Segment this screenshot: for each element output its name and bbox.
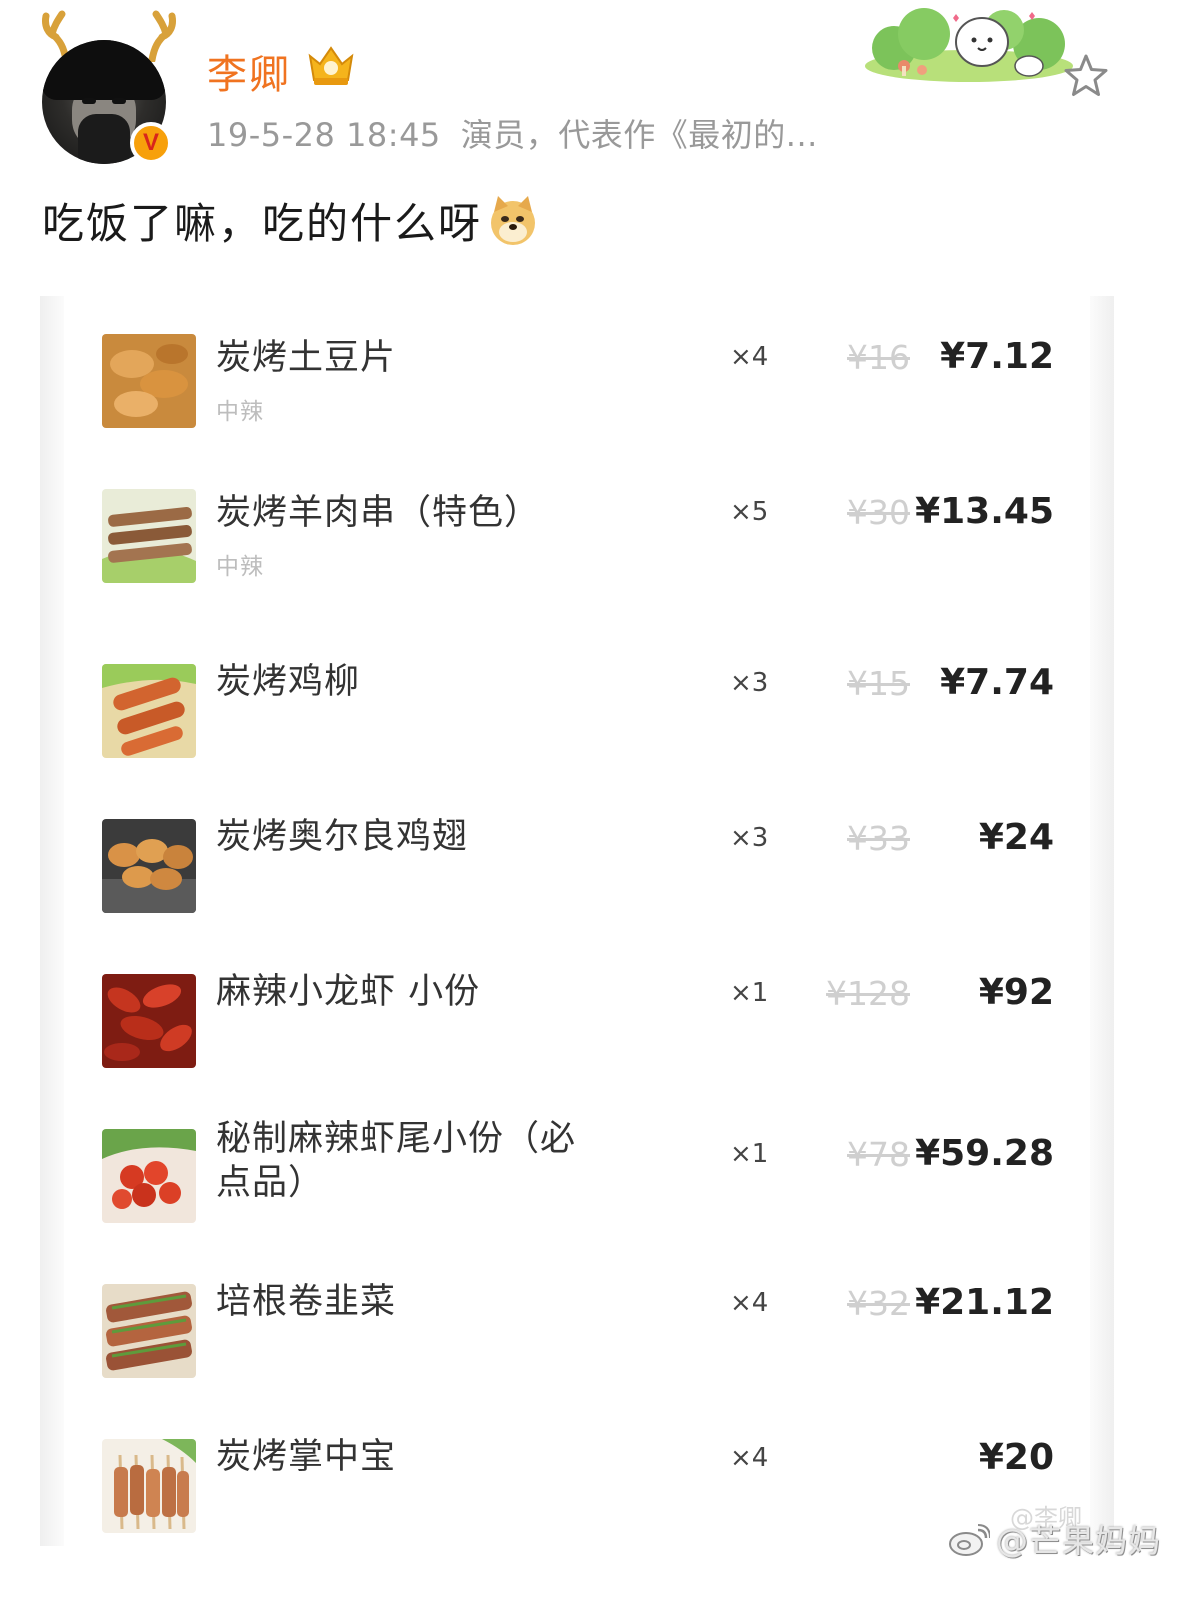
- item-name: 培根卷韭菜: [216, 1282, 397, 1322]
- item-quantity: ×5: [730, 497, 769, 527]
- order-item[interactable]: 炭烤掌中宝 ×4 ¥20: [64, 1401, 1090, 1556]
- username[interactable]: 李卿: [207, 42, 291, 100]
- order-item[interactable]: 炭烤鸡柳 ×3 ¥15 ¥7.74: [64, 626, 1090, 781]
- item-quantity: ×4: [730, 342, 769, 372]
- item-price: ¥13.45: [915, 491, 1054, 532]
- order-item[interactable]: 炭烤土豆片 中辣 ×4 ¥16 ¥7.12: [64, 296, 1090, 451]
- item-thumbnail: [102, 974, 196, 1068]
- item-quantity: ×4: [730, 1288, 769, 1318]
- weibo-watermark: @芒果妈妈: [948, 1516, 1161, 1562]
- star-icon[interactable]: [1062, 52, 1110, 100]
- item-price: ¥24: [978, 817, 1054, 858]
- post-meta: 19-5-28 18:45 演员，代表作《最初的...: [207, 110, 818, 156]
- item-thumbnail: [102, 1129, 196, 1223]
- item-original-price: ¥15: [847, 664, 910, 703]
- item-price: ¥59.28: [915, 1133, 1054, 1174]
- item-original-price: ¥30: [847, 493, 910, 532]
- item-price: ¥7.12: [940, 336, 1054, 377]
- item-name: 炭烤羊肉串（特色）: [216, 493, 541, 533]
- card-edge: [1090, 296, 1114, 1546]
- item-thumbnail: [102, 1439, 196, 1533]
- item-price: ¥21.12: [915, 1282, 1054, 1323]
- item-price: ¥92: [978, 972, 1054, 1013]
- order-item[interactable]: 秘制麻辣虾尾小份（必点品） ×1 ¥78 ¥59.28: [64, 1091, 1090, 1246]
- item-original-price: ¥16: [847, 338, 910, 377]
- item-spice-level: 中辣: [216, 554, 264, 580]
- doge-emoji-icon: [491, 196, 536, 245]
- item-price: ¥7.74: [940, 662, 1054, 703]
- item-quantity: ×4: [730, 1443, 769, 1473]
- post-text: 吃饭了嘛，吃的什么呀: [42, 190, 540, 251]
- card-edge: [40, 296, 64, 1546]
- verified-icon: V: [130, 122, 172, 164]
- item-quantity: ×1: [730, 978, 769, 1008]
- weibo-logo-icon: [949, 1524, 990, 1556]
- item-thumbnail: [102, 489, 196, 583]
- order-list: 炭烤土豆片 中辣 ×4 ¥16 ¥7.12 炭烤羊肉串（特色） 中辣 ×5 ¥3…: [64, 296, 1090, 1546]
- item-name: 炭烤掌中宝: [216, 1437, 397, 1477]
- item-thumbnail: [102, 664, 196, 758]
- item-name: 秘制麻辣虾尾小份（必点品）: [216, 1119, 577, 1203]
- vip-crown-icon: [308, 46, 354, 85]
- item-name: 炭烤奥尔良鸡翅: [216, 817, 469, 857]
- item-name: 炭烤鸡柳: [216, 662, 361, 702]
- item-quantity: ×1: [730, 1139, 769, 1169]
- order-item[interactable]: 炭烤奥尔良鸡翅 ×3 ¥33 ¥24: [64, 781, 1090, 936]
- item-thumbnail: [102, 1284, 196, 1378]
- watermark-text: @芒果妈妈: [996, 1522, 1162, 1560]
- decoration-sticker-icon: [865, 8, 1073, 82]
- post-timestamp: 19-5-28 18:45: [207, 116, 441, 154]
- item-quantity: ×3: [730, 668, 769, 698]
- avatar-block[interactable]: V: [38, 10, 178, 164]
- order-item[interactable]: 炭烤羊肉串（特色） 中辣 ×5 ¥30 ¥13.45: [64, 451, 1090, 606]
- post-text-content: 吃饭了嘛，吃的什么呀: [42, 199, 483, 248]
- item-thumbnail: [102, 819, 196, 913]
- order-item[interactable]: 培根卷韭菜 ×4 ¥32 ¥21.12: [64, 1246, 1090, 1401]
- item-original-price: ¥32: [847, 1284, 910, 1323]
- item-spice-level: 中辣: [216, 399, 264, 425]
- item-quantity: ×3: [730, 823, 769, 853]
- item-original-price: ¥128: [826, 974, 910, 1013]
- item-thumbnail: [102, 334, 196, 428]
- item-original-price: ¥33: [847, 819, 910, 858]
- item-original-price: ¥78: [847, 1135, 910, 1174]
- item-name: 麻辣小龙虾 小份: [216, 972, 481, 1012]
- user-bio: 演员，代表作《最初的...: [460, 116, 818, 154]
- order-item[interactable]: 麻辣小龙虾 小份 ×1 ¥128 ¥92: [64, 936, 1090, 1091]
- item-price: ¥20: [978, 1437, 1054, 1478]
- item-name: 炭烤土豆片: [216, 338, 397, 378]
